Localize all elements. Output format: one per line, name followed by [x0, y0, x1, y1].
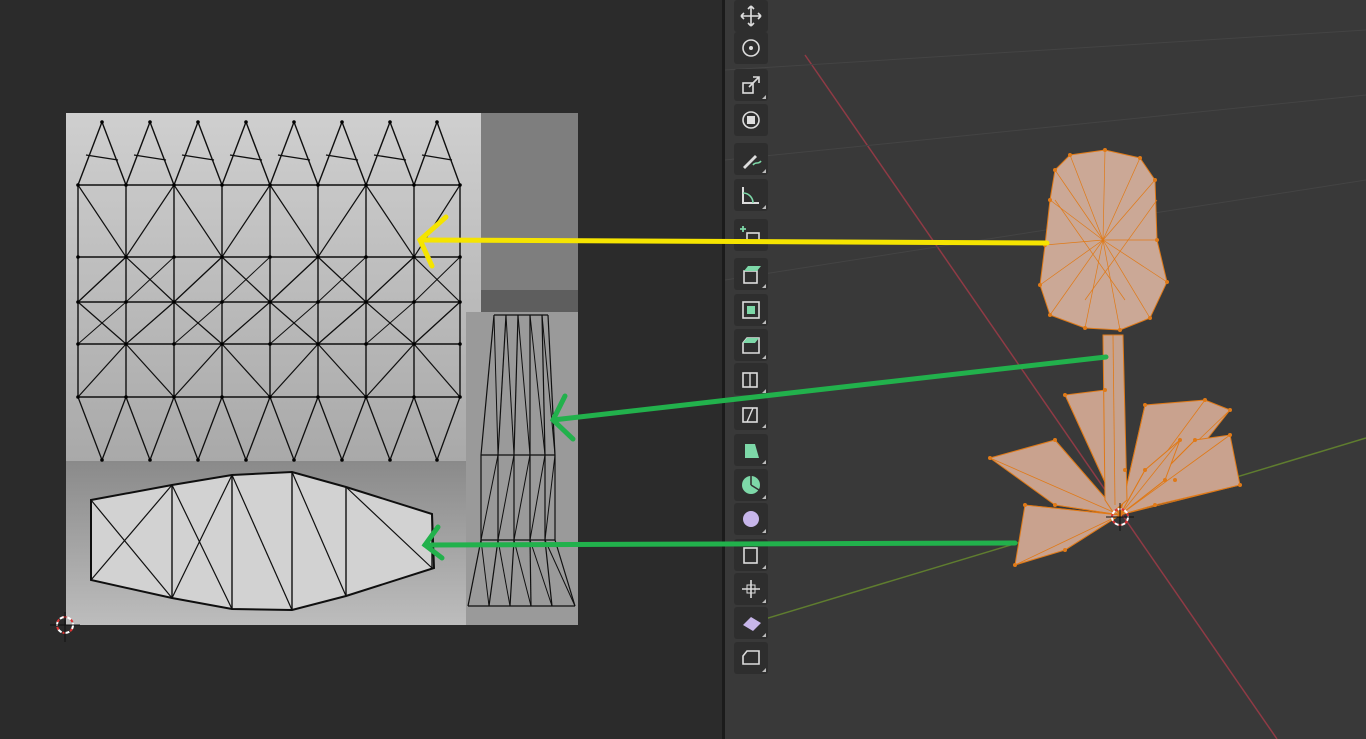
extrude-tool[interactable] — [734, 258, 768, 290]
edge-slide-tool[interactable] — [734, 539, 768, 571]
transform-icon — [742, 111, 760, 129]
uv-editor[interactable] — [0, 0, 722, 739]
grid-line — [725, 94, 1366, 161]
poly-build-icon — [745, 444, 759, 458]
edge-slide-icon — [743, 547, 758, 564]
move-tool[interactable] — [734, 0, 768, 32]
add-cube-tool[interactable] — [734, 219, 768, 251]
annotate-tool[interactable] — [734, 143, 768, 175]
x-axis-line — [804, 54, 1278, 739]
measure-tool[interactable] — [734, 179, 768, 211]
viewport-scene[interactable] — [725, 0, 1366, 739]
texture-strip — [481, 290, 578, 312]
knife-tool[interactable] — [734, 398, 768, 430]
2d-cursor-icon[interactable] — [50, 612, 80, 642]
smooth-icon — [743, 511, 759, 527]
uv-texture-map[interactable] — [0, 0, 722, 739]
shear-icon — [743, 617, 761, 631]
knife-icon — [742, 407, 758, 423]
spin-tool[interactable] — [734, 469, 768, 501]
transform-tool[interactable] — [734, 104, 768, 136]
spin-icon — [742, 476, 760, 494]
bevel-tool[interactable] — [734, 329, 768, 361]
scale-icon — [742, 76, 760, 94]
shrink-fatten-icon — [742, 580, 760, 598]
3d-viewport[interactable] — [725, 0, 1366, 739]
poly-build-tool[interactable] — [734, 434, 768, 466]
rotate-icon — [742, 39, 760, 57]
flower-mesh[interactable] — [988, 148, 1242, 567]
rip-region-tool[interactable] — [734, 642, 768, 674]
measure-icon — [742, 187, 759, 204]
rotate-tool[interactable] — [734, 32, 768, 64]
scale-tool[interactable] — [734, 69, 768, 101]
inset-tool[interactable] — [734, 294, 768, 326]
loop-cut-icon — [742, 372, 758, 388]
rip-region-icon — [742, 650, 760, 665]
shrink-fatten-tool[interactable] — [734, 573, 768, 605]
smooth-tool[interactable] — [734, 503, 768, 535]
grid-line — [725, 29, 1366, 71]
extrude-icon — [743, 266, 761, 284]
shear-tool[interactable] — [734, 607, 768, 639]
texture-side-region — [481, 113, 578, 290]
add-cube-icon — [740, 226, 760, 244]
loop-cut-tool[interactable] — [734, 363, 768, 395]
bevel-icon — [742, 337, 760, 354]
inset-icon — [742, 301, 760, 319]
annotate-icon — [743, 155, 762, 169]
move-icon — [740, 5, 762, 27]
